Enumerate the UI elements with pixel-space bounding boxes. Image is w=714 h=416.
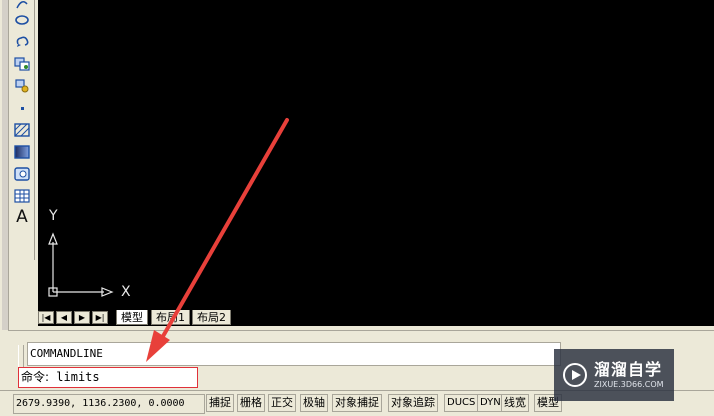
ucs-x-label: X <box>121 284 131 300</box>
make-block-icon[interactable] <box>11 76 33 96</box>
ucs-y-label: Y <box>49 208 58 224</box>
lineweight-toggle[interactable]: 线宽 <box>501 394 529 412</box>
region-icon[interactable] <box>11 164 33 184</box>
otrack-toggle[interactable]: 对象追踪 <box>388 394 438 412</box>
multiline-text-icon[interactable]: A <box>11 207 33 227</box>
layout-tabs-bar: |◀ ◀ ▶ ▶| 模型 布局1 布局2 <box>38 310 714 326</box>
ortho-toggle[interactable]: 正交 <box>268 394 296 412</box>
ducs-toggle[interactable]: DUCS <box>444 394 479 412</box>
snap-toggle[interactable]: 捕捉 <box>206 394 234 412</box>
revcloud-icon[interactable] <box>11 32 33 52</box>
point-icon[interactable] <box>11 98 33 118</box>
watermark-url: ZIXUE.3D66.COM <box>594 380 664 389</box>
grid-toggle[interactable]: 栅格 <box>237 394 265 412</box>
dyn-toggle[interactable]: DYN <box>477 394 504 412</box>
watermark-title: 溜溜自学 <box>594 360 663 379</box>
play-logo-icon <box>563 363 587 387</box>
tab-layout2[interactable]: 布局2 <box>192 310 231 325</box>
polar-toggle[interactable]: 极轴 <box>300 394 328 412</box>
tab-layout1[interactable]: 布局1 <box>151 310 190 325</box>
insert-block-icon[interactable] <box>11 54 33 74</box>
drawing-canvas[interactable]: Y X <box>38 0 714 310</box>
tab-model[interactable]: 模型 <box>116 310 148 325</box>
ellipse-icon[interactable] <box>11 10 33 30</box>
toolbar-dock-strip <box>2 0 9 330</box>
command-prompt-label: 命令: <box>21 370 50 384</box>
command-line-input[interactable]: 命令: limits <box>18 367 198 388</box>
osnap-toggle[interactable]: 对象捕捉 <box>332 394 382 412</box>
first-tab-button[interactable]: |◀ <box>38 311 54 324</box>
table-icon[interactable] <box>11 186 33 206</box>
last-tab-button[interactable]: ▶| <box>92 311 108 324</box>
prev-tab-button[interactable]: ◀ <box>56 311 72 324</box>
command-history: COMMANDLINE <box>27 342 561 366</box>
coordinate-readout: 2679.9390, 1136.2300, 0.0000 <box>13 394 205 414</box>
next-tab-button[interactable]: ▶ <box>74 311 90 324</box>
draw-toolbar: A <box>0 0 36 330</box>
gradient-icon[interactable] <box>11 142 33 162</box>
hatch-icon[interactable] <box>11 120 33 140</box>
watermark: 溜溜自学 ZIXUE.3D66.COM <box>554 349 674 401</box>
command-input-value: limits <box>56 370 100 384</box>
ucs-icon <box>48 232 114 297</box>
